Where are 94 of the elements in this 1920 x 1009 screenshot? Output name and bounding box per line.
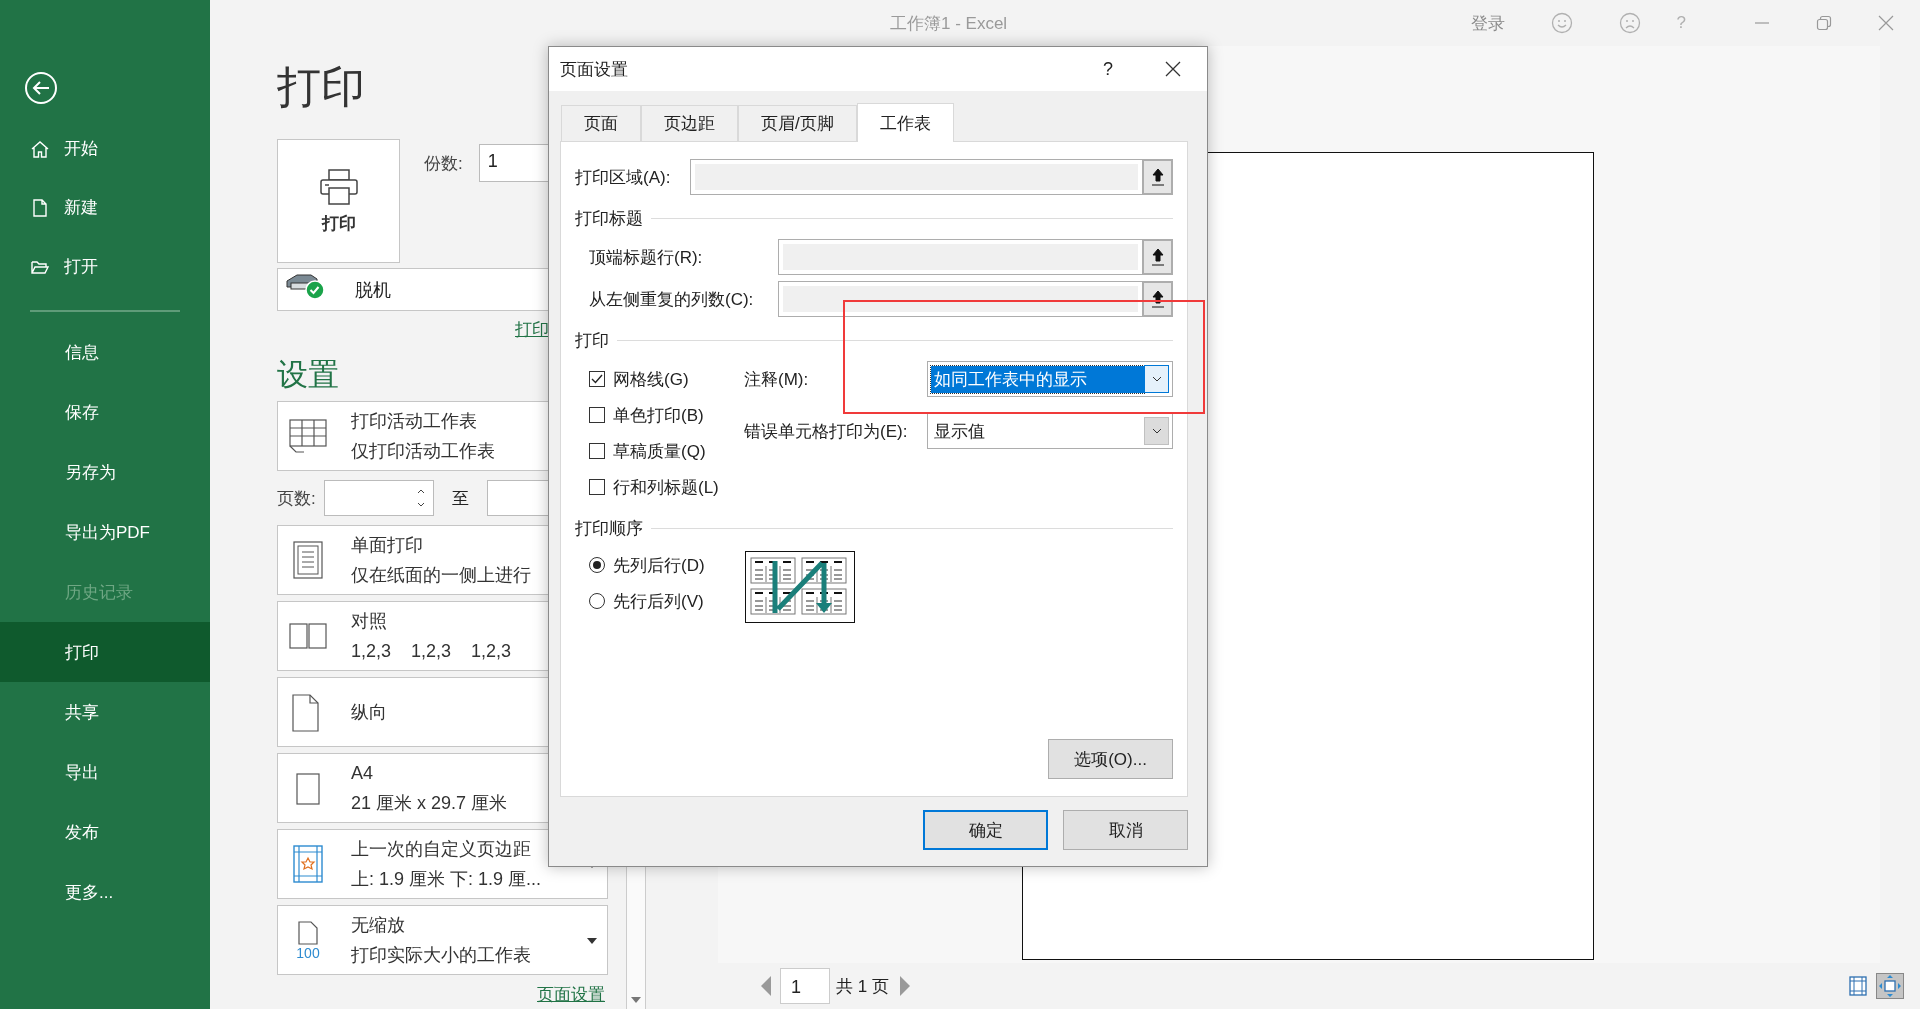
sidebar-item[interactable]: 信息 [0,322,210,382]
restore-icon[interactable] [1816,15,1832,31]
collapse-button[interactable] [1142,281,1173,317]
radio-button[interactable] [589,557,605,573]
spinner-arrows-icon [416,487,425,509]
print-button[interactable]: 打印 [277,139,400,263]
checkbox-label[interactable]: 草稿质量(Q) [613,439,706,463]
sidebar-item[interactable]: 保存 [0,382,210,442]
range-field[interactable] [778,239,1142,275]
setting-subtitle: 仅打印活动工作表 [351,440,495,463]
options-button[interactable]: 选项(O)... [1048,739,1173,779]
radio-button[interactable] [589,593,605,609]
field-label: 顶端标题行(R): [589,246,704,269]
setting-subtitle: 打印实际大小的工作表 [351,944,531,967]
copies-label: 份数: [424,152,463,175]
collapse-button[interactable] [1142,159,1173,195]
range-field[interactable] [778,281,1142,317]
setting-title: 单面打印 [351,534,424,557]
back-icon[interactable] [24,71,58,105]
setting-subtitle: 上: 1.9 厘米 下: 1.9 厘... [351,868,542,891]
checkbox-label[interactable]: 单色打印(B) [613,403,704,427]
sidebar-item[interactable]: 共享 [0,682,210,742]
chevron-down-icon [1151,428,1162,434]
chevron-down-icon [1151,376,1162,382]
up-arrow-icon [1150,248,1165,266]
setting-dropdown[interactable]: 上一次的自定义页边距 上: 1.9 厘米 下: 1.9 厘... [277,829,608,899]
radio-label[interactable]: 先列后行(D) [613,553,705,577]
field-label: 错误单元格打印为(E): [744,420,909,443]
setting-title: 打印活动工作表 [351,410,478,433]
sidebar-item[interactable]: 另存为 [0,442,210,502]
printer-properties-link[interactable]: 打印 [515,318,549,341]
smiley-icon[interactable] [1550,12,1573,34]
dialog-title: 页面设置 [560,58,628,81]
zoom-to-page-icon[interactable] [1876,973,1904,999]
section-heading: 打印 [575,329,609,352]
page-heading: 打印 [277,62,365,112]
collapse-button[interactable] [1142,239,1173,275]
tab[interactable]: 工作表 [856,103,954,142]
up-arrow-icon [1150,168,1165,186]
dropdown[interactable]: 如同工作表中的显示 [927,361,1173,397]
section-heading: 设置 [277,356,339,394]
sidebar-item[interactable]: 更多... [0,862,210,922]
page-number-field[interactable]: 1 [780,968,830,1004]
setting-subtitle: 仅在纸面的一侧上进行 [351,564,531,587]
frown-icon[interactable] [1618,12,1641,34]
setting-dropdown[interactable]: 100 无缩放 打印实际大小的工作表 [277,905,608,975]
sidebar-item[interactable]: 开始 [0,119,210,178]
page-setup-link[interactable]: 页面设置 [537,983,605,1006]
range-field[interactable] [690,159,1142,195]
section-heading: 打印标题 [575,207,643,230]
to-label: 至 [451,487,469,510]
sidebar-item[interactable]: 打开 [0,237,210,296]
file-icon [30,197,50,218]
window-title: 工作簿1 - Excel [890,13,1008,35]
close-icon[interactable] [1165,61,1181,77]
sidebar-item[interactable]: 新建 [0,178,210,237]
checkbox[interactable] [589,479,605,495]
setting-title: 纵向 [351,701,387,724]
home-icon [30,138,50,159]
setting-subtitle: 21 厘米 x 29.7 厘米 [351,792,508,815]
dropdown[interactable]: 显示值 [927,413,1173,449]
ok-button[interactable]: 确定 [923,810,1048,850]
setting-subtitle: 1,2,3 1,2,3 1,2,3 [351,640,512,663]
caret-icon [587,938,597,944]
sidebar-item[interactable]: 发布 [0,802,210,862]
tab[interactable]: 页边距 [641,105,738,141]
sidebar-item[interactable]: 打印 [0,622,210,682]
cancel-button[interactable]: 取消 [1063,810,1188,850]
checkbox[interactable] [589,407,605,423]
previous-page-icon[interactable] [760,976,772,996]
checkbox[interactable] [589,371,605,387]
setting-title: A4 [351,762,375,785]
field-label: 注释(M): [744,368,810,391]
up-arrow-icon [1150,290,1165,308]
checkbox-label[interactable]: 网格线(G) [613,367,689,391]
checkbox-label[interactable]: 行和列标题(L) [613,475,719,499]
checkbox[interactable] [589,443,605,459]
help-button[interactable]: ? [1103,58,1113,80]
radio-label[interactable]: 先行后列(V) [613,589,704,613]
page-from-field[interactable] [323,480,434,516]
tab[interactable]: 页眉/页脚 [738,105,857,141]
sidebar-item[interactable]: 导出为PDF [0,502,210,562]
show-margins-icon[interactable] [1848,976,1868,996]
tab[interactable]: 页面 [561,105,641,141]
setting-title: 对照 [351,610,388,633]
printer-icon [318,167,359,206]
grid-sheet-icon [288,416,328,456]
next-page-icon[interactable] [898,976,911,996]
sidebar-item[interactable]: 导出 [0,742,210,802]
setting-title: 上一次的自定义页边距 [351,838,532,861]
scroll-down-icon [631,997,641,1003]
setting-title: 无缩放 [351,914,406,937]
page-count: 共 1 页 [836,975,889,998]
pages-label: 页数: [277,487,316,510]
